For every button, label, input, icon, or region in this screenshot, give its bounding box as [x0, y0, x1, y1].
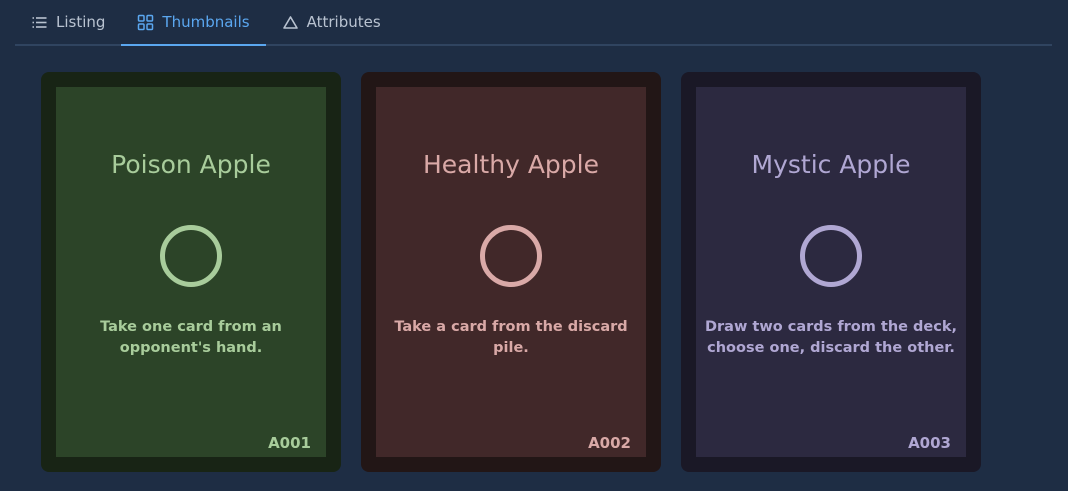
card-title: Healthy Apple: [422, 150, 599, 179]
ring-icon: [160, 225, 222, 287]
card-code: A003: [908, 434, 951, 452]
tab-attributes-label: Attributes: [306, 13, 381, 31]
card-code: A002: [588, 434, 631, 452]
card-face: Mystic Apple Draw two cards from the dec…: [696, 87, 966, 457]
tab-listing-label: Listing: [56, 13, 106, 31]
card-face: Healthy Apple Take a card from the disca…: [376, 87, 646, 457]
card-code: A001: [268, 434, 311, 452]
ring-icon: [480, 225, 542, 287]
tab-attributes[interactable]: Attributes: [266, 0, 397, 44]
card-face: Poison Apple Take one card from an oppon…: [56, 87, 326, 457]
card-title: Poison Apple: [111, 150, 271, 179]
card-description: Take a card from the discard pile.: [394, 319, 628, 356]
ring-icon: [800, 225, 862, 287]
grid-icon: [137, 14, 154, 31]
view-tab-bar: Listing Thumbnails Attributes: [15, 0, 1052, 46]
card-description: Take one card from an opponent's hand.: [100, 319, 282, 356]
card-description: Draw two cards from the deck, choose one…: [704, 319, 957, 356]
card-poison-apple[interactable]: Poison Apple Take one card from an oppon…: [41, 72, 341, 472]
tab-listing[interactable]: Listing: [15, 0, 121, 44]
list-icon: [31, 14, 48, 31]
triangle-icon: [282, 14, 299, 31]
card-mystic-apple[interactable]: Mystic Apple Draw two cards from the dec…: [681, 72, 981, 472]
card-healthy-apple[interactable]: Healthy Apple Take a card from the disca…: [361, 72, 661, 472]
tab-thumbnails-label: Thumbnails: [162, 13, 250, 31]
tab-thumbnails[interactable]: Thumbnails: [121, 0, 266, 46]
card-title: Mystic Apple: [751, 150, 911, 179]
